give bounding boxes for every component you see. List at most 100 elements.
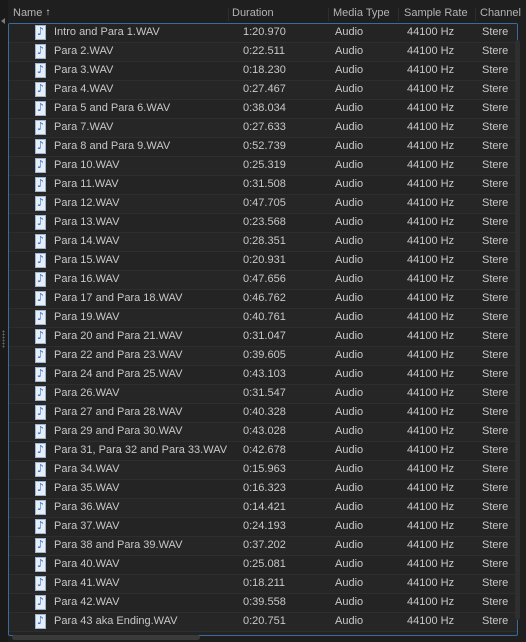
file-row[interactable]: Para 38 and Para 39.WAV 0:37.202 Audio 4410… [9,537,517,556]
file-channels: Stere [482,444,509,456]
file-duration: 0:31.508 [243,178,286,190]
column-header-sample-rate[interactable]: Sample Rate [404,7,468,19]
file-row[interactable]: Para 26.WAV 0:31.547 Audio 44100 Hz Stere [9,385,517,404]
file-sample-rate: 44100 Hz [407,273,455,285]
file-duration: 0:37.202 [243,539,286,551]
file-channels: Stere [482,520,509,532]
column-divider[interactable] [475,8,476,21]
column-header-duration-label: Duration [232,7,274,19]
audio-file-icon [35,538,46,553]
file-row[interactable]: Para 19.WAV 0:40.761 Audio 44100 Hz Stere [9,309,517,328]
file-media-type: Audio [335,558,364,570]
file-row[interactable]: Para 22 and Para 23.WAV 0:39.605 Audio 4410… [9,347,517,366]
column-divider[interactable] [398,8,399,21]
file-name: Para 15.WAV [54,254,120,266]
file-row[interactable]: Para 8 and Para 9.WAV 0:52.739 Audio 44100 … [9,138,517,157]
vertical-scrollbar[interactable] [515,40,521,620]
file-row[interactable]: Para 20 and Para 21.WAV 0:31.047 Audio 4410… [9,328,517,347]
file-row[interactable]: Para 29 and Para 30.WAV 0:43.028 Audio 4410… [9,423,517,442]
column-divider[interactable] [328,8,329,21]
column-header-channels-label: Channel [480,7,521,19]
file-name: Para 38 and Para 39.WAV [54,539,183,551]
audio-file-icon [35,101,46,116]
file-row[interactable]: Para 31, Para 32 and Para 33.WAV 0:42.678… [9,442,517,461]
file-media-type: Audio [335,349,364,361]
file-media-type: Audio [335,292,364,304]
file-duration: 0:40.761 [243,311,286,323]
audio-file-icon [35,253,46,268]
file-row[interactable]: Para 34.WAV 0:15.963 Audio 44100 Hz Stere [9,461,517,480]
file-row[interactable]: Intro and Para 1.WAV 1:20.970 Audio 44100 H… [9,24,517,43]
file-name: Para 40.WAV [54,558,120,570]
file-media-type: Audio [335,159,364,171]
file-row[interactable]: Para 10.WAV 0:25.319 Audio 44100 Hz Stere [9,157,517,176]
file-name: Para 20 and Para 21.WAV [54,330,183,342]
file-media-type: Audio [335,235,364,247]
file-row[interactable]: Para 36.WAV 0:14.421 Audio 44100 Hz Stere [9,499,517,518]
file-channels: Stere [482,368,509,380]
horizontal-scrollbar[interactable] [8,634,516,642]
audio-file-icon [35,177,46,192]
file-name: Para 22 and Para 23.WAV [54,349,183,361]
file-row[interactable]: Para 42.WAV 0:39.558 Audio 44100 Hz Stere [9,594,517,613]
file-duration: 0:25.081 [243,558,286,570]
file-channels: Stere [482,482,509,494]
file-row[interactable]: Para 16.WAV 0:47.656 Audio 44100 Hz Stere [9,271,517,290]
file-media-type: Audio [335,520,364,532]
file-channels: Stere [482,64,509,76]
file-duration: 0:20.751 [243,615,286,627]
vertical-scrollbar-thumb[interactable] [515,40,520,620]
audio-file-icon [35,196,46,211]
file-name: Para 29 and Para 30.WAV [54,425,183,437]
column-header-name[interactable]: Name ↑ [13,7,50,19]
file-channels: Stere [482,425,509,437]
file-row[interactable]: Para 24 and Para 25.WAV 0:43.103 Audio 4410… [9,366,517,385]
file-sample-rate: 44100 Hz [407,387,455,399]
file-row[interactable]: Para 2.WAV 0:22.511 Audio 44100 Hz Stere [9,43,517,62]
column-header-channels[interactable]: Channel [480,7,521,19]
file-media-type: Audio [335,26,364,38]
file-duration: 0:39.558 [243,596,286,608]
file-row[interactable]: Para 41.WAV 0:18.211 Audio 44100 Hz Stere [9,575,517,594]
file-list[interactable]: Intro and Para 1.WAV 1:20.970 Audio 44100 H… [8,23,518,636]
audio-file-icon [35,462,46,477]
file-duration: 0:43.103 [243,368,286,380]
collapse-arrow-icon[interactable] [1,18,5,24]
column-header-duration[interactable]: Duration [232,7,274,19]
file-media-type: Audio [335,444,364,456]
file-sample-rate: 44100 Hz [407,45,455,57]
file-row[interactable]: Para 37.WAV 0:24.193 Audio 44100 Hz Stere [9,518,517,537]
column-header-media-type[interactable]: Media Type [333,7,390,19]
file-channels: Stere [482,140,509,152]
file-duration: 0:40.328 [243,406,286,418]
file-sample-rate: 44100 Hz [407,216,455,228]
horizontal-scrollbar-thumb[interactable] [12,635,200,640]
file-row[interactable]: Para 14.WAV 0:28.351 Audio 44100 Hz Stere [9,233,517,252]
file-row[interactable]: Para 40.WAV 0:25.081 Audio 44100 Hz Stere [9,556,517,575]
file-channels: Stere [482,83,509,95]
file-name: Para 10.WAV [54,159,120,171]
file-duration: 0:28.351 [243,235,286,247]
file-row[interactable]: Para 17 and Para 18.WAV 0:46.762 Audio 4410… [9,290,517,309]
file-row[interactable]: Para 15.WAV 0:20.931 Audio 44100 Hz Stere [9,252,517,271]
audio-file-icon [35,291,46,306]
file-row[interactable]: Para 35.WAV 0:16.323 Audio 44100 Hz Stere [9,480,517,499]
file-media-type: Audio [335,577,364,589]
file-row[interactable]: Para 5 and Para 6.WAV 0:38.034 Audio 44100 … [9,100,517,119]
file-row[interactable]: Para 12.WAV 0:47.705 Audio 44100 Hz Stere [9,195,517,214]
file-row[interactable]: Para 27 and Para 28.WAV 0:40.328 Audio 4410… [9,404,517,423]
file-duration: 0:47.705 [243,197,286,209]
file-sample-rate: 44100 Hz [407,26,455,38]
file-row[interactable]: Para 43 aka Ending.WAV 0:20.751 Audio 44100… [9,613,517,632]
file-row[interactable]: Para 3.WAV 0:18.230 Audio 44100 Hz Stere [9,62,517,81]
splitter-grip-icon[interactable] [2,330,5,348]
file-row[interactable]: Para 13.WAV 0:23.568 Audio 44100 Hz Stere [9,214,517,233]
file-name: Para 19.WAV [54,311,120,323]
file-sample-rate: 44100 Hz [407,330,455,342]
file-row[interactable]: Para 7.WAV 0:27.633 Audio 44100 Hz Stere [9,119,517,138]
column-divider[interactable] [228,8,229,21]
file-row[interactable]: Para 11.WAV 0:31.508 Audio 44100 Hz Stere [9,176,517,195]
file-sample-rate: 44100 Hz [407,83,455,95]
panel-splitter[interactable] [0,0,8,642]
file-row[interactable]: Para 4.WAV 0:27.467 Audio 44100 Hz Stere [9,81,517,100]
